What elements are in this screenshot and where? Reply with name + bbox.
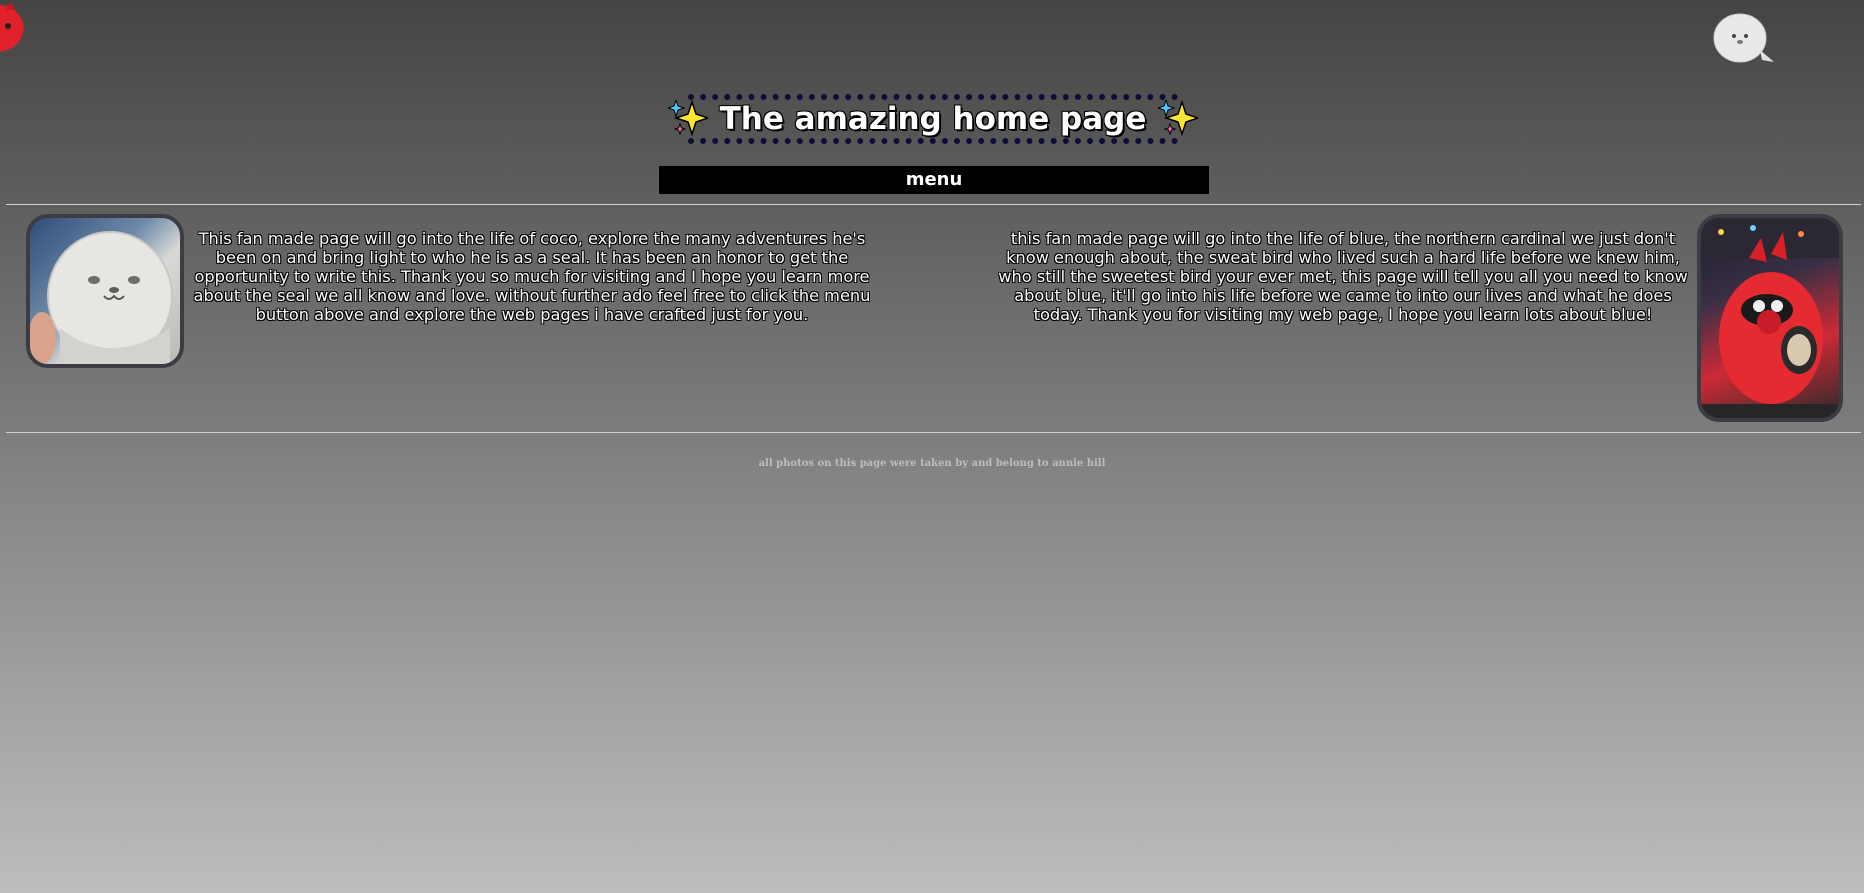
page-title-text: The amazing home page bbox=[719, 101, 1147, 137]
cardinal-plush-image bbox=[1701, 218, 1839, 418]
sparkles-icon bbox=[1158, 100, 1199, 137]
divider-top bbox=[6, 204, 1861, 205]
menu-button[interactable]: menu bbox=[659, 166, 1209, 194]
divider-bottom bbox=[6, 432, 1861, 433]
seal-plush-image bbox=[30, 231, 173, 364]
sparkles-icon bbox=[667, 100, 708, 137]
blue-cardinal-photo bbox=[1697, 214, 1843, 422]
page-title-banner: The amazing home page bbox=[667, 94, 1199, 144]
seal-corner-decoration bbox=[1713, 13, 1774, 63]
cardinal-corner-decoration bbox=[0, 2, 24, 52]
page-title: The amazing home page bbox=[667, 100, 1199, 138]
blue-intro-text: this fan made page will go into the life… bbox=[998, 229, 1688, 324]
coco-seal-photo bbox=[26, 214, 184, 368]
photo-credit-text: all photos on this page were taken by an… bbox=[758, 458, 1106, 469]
coco-intro-text: This fan made page will go into the life… bbox=[193, 229, 871, 324]
